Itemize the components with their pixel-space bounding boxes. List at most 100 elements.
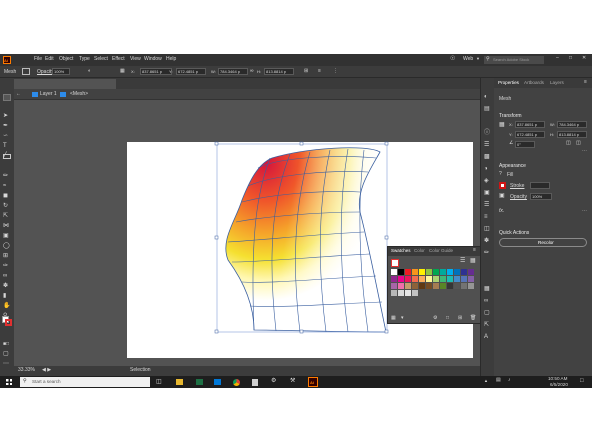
tab-swatches[interactable]: Swatches bbox=[391, 248, 411, 254]
blend-tool-icon[interactable]: ∞ bbox=[3, 264, 11, 279]
style-icon[interactable]: ◐ bbox=[88, 69, 91, 74]
free-transform-tool-icon[interactable]: ▣ bbox=[3, 224, 11, 239]
eraser-tool-icon[interactable]: ◼ bbox=[3, 184, 11, 199]
minimize-icon[interactable]: – bbox=[556, 56, 559, 61]
color-swatch[interactable] bbox=[426, 283, 432, 289]
eyedropper-tool-icon[interactable]: ✑ bbox=[3, 254, 11, 269]
store-icon[interactable] bbox=[214, 379, 221, 385]
asset-export-icon[interactable]: ⇱ bbox=[484, 322, 489, 328]
color-swatch[interactable] bbox=[461, 269, 467, 275]
mesh-object[interactable] bbox=[14, 100, 480, 370]
color-swatch[interactable] bbox=[419, 283, 425, 289]
rotate-tool-icon[interactable]: ↻ bbox=[3, 194, 11, 209]
more-tools-icon[interactable]: ⋯ bbox=[3, 352, 11, 367]
color-swatch[interactable] bbox=[447, 276, 453, 282]
workspace-switcher[interactable]: Web bbox=[463, 57, 473, 62]
props-w-field[interactable]: 784.3464 p bbox=[557, 121, 587, 128]
excel-icon[interactable] bbox=[196, 379, 203, 385]
illustrator-taskbar-icon[interactable]: Ai bbox=[308, 377, 318, 387]
menu-edit[interactable]: Edit bbox=[45, 57, 54, 62]
calculator-icon[interactable] bbox=[252, 379, 258, 386]
maximize-icon[interactable]: □ bbox=[569, 56, 572, 61]
color-swatch[interactable] bbox=[447, 269, 453, 275]
color-swatch[interactable] bbox=[454, 269, 460, 275]
tab-layers[interactable]: Layers bbox=[550, 80, 564, 86]
pathfinder-icon[interactable]: ◫ bbox=[484, 226, 490, 232]
breadcrumb-object[interactable]: <Mesh> bbox=[70, 92, 88, 97]
color-swatch[interactable] bbox=[461, 276, 467, 282]
zoom-tool-icon[interactable]: ⚲ bbox=[3, 304, 11, 319]
taskbar-search-box[interactable]: ⚲ Start a search bbox=[20, 377, 150, 387]
stroke-swatch[interactable] bbox=[5, 319, 12, 326]
color-swatch[interactable] bbox=[391, 283, 397, 289]
menu-select[interactable]: Select bbox=[94, 57, 108, 62]
swatch-options-icon[interactable]: ⚙ bbox=[433, 316, 437, 321]
stroke-panel-icon[interactable]: ☰ bbox=[484, 142, 489, 148]
menu-type[interactable]: Type bbox=[79, 57, 90, 62]
reference-point-icon[interactable]: ▦ bbox=[499, 122, 505, 128]
swatches-panel-icon[interactable]: ▦ bbox=[484, 286, 490, 292]
shaper-tool-icon[interactable]: ≈ bbox=[3, 174, 11, 189]
panel-menu-icon[interactable]: ⋮ bbox=[333, 69, 338, 74]
fx-button[interactable]: fx. bbox=[499, 209, 504, 214]
color-swatch[interactable] bbox=[447, 283, 453, 289]
new-group-icon[interactable]: □ bbox=[446, 316, 449, 321]
props-opacity-label[interactable]: Opacity bbox=[510, 195, 527, 200]
props-x-field[interactable]: 837.8651 p bbox=[515, 121, 545, 128]
gradient-panel-icon[interactable]: ▩ bbox=[484, 154, 490, 160]
graphic-styles-icon[interactable]: ▣ bbox=[484, 190, 490, 196]
panel-menu-icon[interactable]: ≡ bbox=[473, 248, 476, 253]
current-fill-stroke-icon[interactable] bbox=[391, 259, 399, 267]
list-view-icon[interactable]: ☰ bbox=[460, 258, 465, 264]
grid-view-icon[interactable]: ▦ bbox=[470, 258, 476, 264]
align-panel-icon[interactable]: ≡ bbox=[484, 214, 488, 220]
color-swatch[interactable] bbox=[391, 276, 397, 282]
settings-icon[interactable]: ⚙ bbox=[271, 378, 276, 384]
file-explorer-icon[interactable] bbox=[176, 379, 183, 385]
tab-color[interactable]: Color bbox=[414, 248, 425, 254]
color-swatch[interactable] bbox=[412, 290, 418, 296]
breadcrumb-layer[interactable]: Layer 1 bbox=[40, 92, 57, 97]
align-icon[interactable]: ≡ bbox=[318, 69, 321, 74]
color-swatch[interactable] bbox=[405, 269, 411, 275]
recolor-button[interactable]: Recolor bbox=[499, 238, 587, 247]
h-field[interactable]: 813.8814 p bbox=[264, 68, 294, 75]
props-y-field[interactable]: 672.4851 p bbox=[515, 131, 545, 138]
pen-tool-icon[interactable]: ✒ bbox=[3, 114, 11, 129]
menu-effect[interactable]: Effect bbox=[112, 57, 125, 62]
color-swatch[interactable] bbox=[398, 276, 404, 282]
chrome-icon[interactable] bbox=[233, 379, 240, 386]
links-panel-icon[interactable]: ∞ bbox=[484, 298, 488, 304]
color-swatch[interactable] bbox=[433, 269, 439, 275]
w-field[interactable]: 784.3464 p bbox=[218, 68, 248, 75]
menu-object[interactable]: Object bbox=[59, 57, 73, 62]
curvature-tool-icon[interactable]: ∽ bbox=[3, 124, 11, 139]
menu-view[interactable]: View bbox=[130, 57, 141, 62]
artboards-panel-icon[interactable]: ▢ bbox=[484, 310, 490, 316]
symbols-panel-icon[interactable]: ✽ bbox=[484, 238, 489, 244]
x-field[interactable]: 837.8651 p bbox=[140, 68, 172, 75]
color-swatch[interactable] bbox=[454, 276, 460, 282]
color-swatch[interactable] bbox=[412, 269, 418, 275]
stock-search-box[interactable]: ⚲ Search Adobe Stock bbox=[484, 56, 544, 64]
color-swatch[interactable] bbox=[405, 276, 411, 282]
more-options-icon[interactable]: ⋯ bbox=[582, 149, 587, 154]
lightbulb-icon[interactable]: ☉ bbox=[450, 56, 455, 62]
clock-date[interactable]: 6/5/2020 bbox=[550, 382, 568, 388]
stroke-color-swatch[interactable] bbox=[499, 182, 506, 189]
swatch-libraries-icon[interactable]: ▦ bbox=[391, 316, 396, 321]
notifications-icon[interactable]: □ bbox=[580, 378, 584, 384]
props-angle-field[interactable]: 0° bbox=[515, 141, 535, 148]
color-swatch[interactable] bbox=[412, 283, 418, 289]
props-h-field[interactable]: 813.8814 p bbox=[557, 131, 587, 138]
character-panel-icon[interactable]: A bbox=[484, 334, 488, 340]
color-swatch[interactable] bbox=[461, 283, 467, 289]
appearance-panel-icon[interactable]: ◈ bbox=[484, 178, 489, 184]
width-tool-icon[interactable]: ⋈ bbox=[3, 214, 11, 229]
color-swatch[interactable] bbox=[391, 269, 397, 275]
screen-mode-icon[interactable]: ▢ bbox=[3, 342, 11, 357]
color-swatch[interactable] bbox=[433, 276, 439, 282]
color-swatch[interactable] bbox=[440, 283, 446, 289]
color-swatch[interactable] bbox=[426, 276, 432, 282]
windows-start-icon[interactable] bbox=[6, 379, 12, 385]
